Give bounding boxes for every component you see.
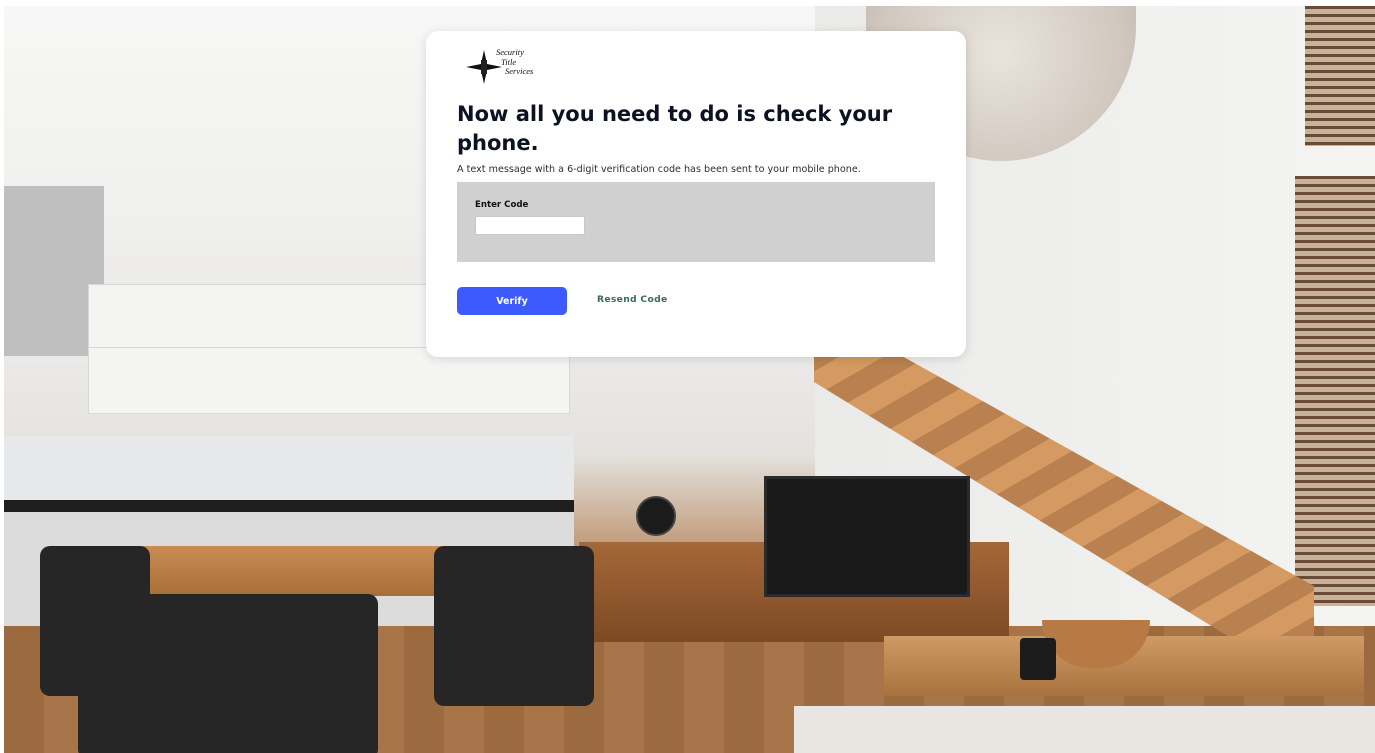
- clock: [636, 496, 676, 536]
- logo-line-services: Services: [505, 66, 534, 76]
- rug: [794, 706, 1375, 753]
- page-title: Now all you need to do is check your pho…: [457, 102, 893, 155]
- company-logo: Security Title Services: [466, 46, 546, 88]
- countertop: [4, 500, 574, 512]
- television: [764, 476, 970, 597]
- dining-chair: [78, 594, 378, 753]
- verify-button[interactable]: Verify: [457, 287, 567, 315]
- logo-text: Security Title Services: [496, 47, 534, 77]
- mug: [1020, 638, 1056, 680]
- dining-chair: [434, 546, 594, 706]
- code-label: Enter Code: [475, 200, 529, 210]
- backsplash: [4, 436, 574, 506]
- window-blinds: [1295, 176, 1375, 606]
- code-input[interactable]: [475, 216, 585, 235]
- resend-code-link[interactable]: Resend Code: [597, 294, 667, 305]
- page-subtitle: A text message with a 6-digit verificati…: [457, 164, 861, 175]
- window-blinds-top: [1305, 6, 1375, 146]
